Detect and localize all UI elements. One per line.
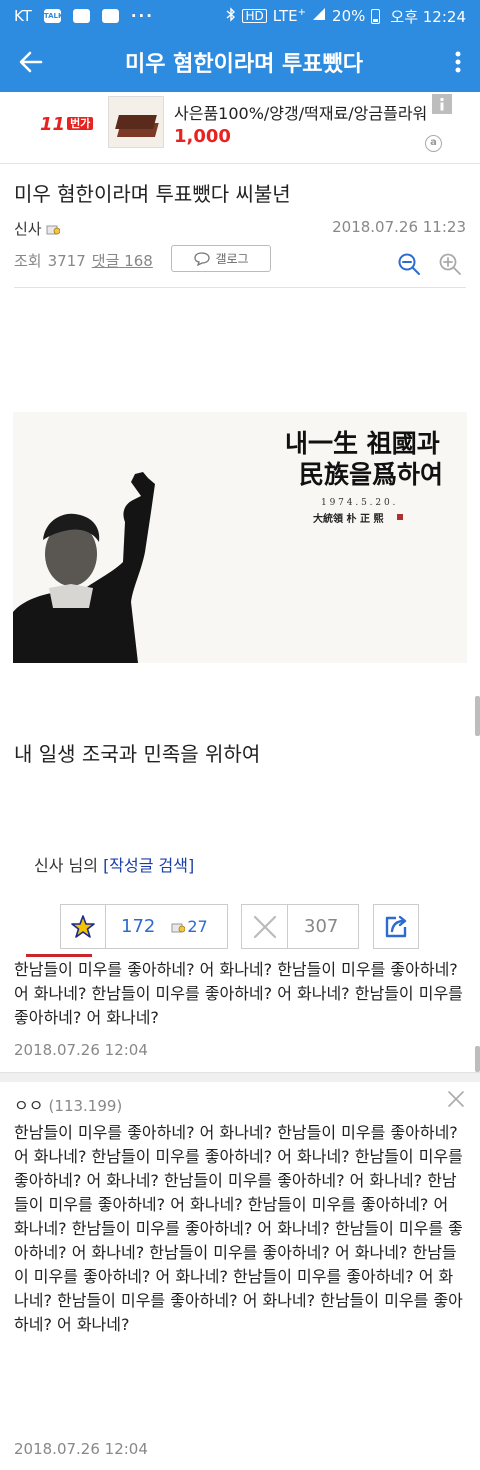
share-icon — [385, 915, 407, 937]
comments-count: 168 — [124, 252, 153, 270]
speech-bubble-icon — [194, 251, 211, 266]
calligraphy-date: 1 9 7 4 . 5 . 2 0 . — [321, 498, 396, 508]
comment-date: 2018.07.26 12:04 — [14, 1041, 148, 1059]
author-search: 신사 님의 [작성글 검색] — [34, 852, 194, 876]
ad-product-image — [108, 96, 164, 148]
comment-section-indicator — [26, 954, 92, 957]
back-button[interactable] — [0, 32, 62, 92]
header-divider — [14, 287, 466, 288]
comment-date: 2018.07.26 12:04 — [14, 1440, 148, 1458]
post-date: 2018.07.26 11:23 — [332, 218, 466, 236]
fixed-upvote-count: 27 — [187, 917, 208, 936]
author-name: 신사 — [14, 220, 42, 238]
back-arrow-icon — [19, 51, 43, 73]
status-bar: KT TALK ··· HD LTE+ 20% 오후 12:24 — [0, 0, 480, 32]
battery-icon — [371, 8, 381, 24]
lte-plus-label: + — [297, 7, 307, 18]
app-title: 미우 혐한이라며 투표뺐다 — [125, 52, 363, 77]
scrollbar-thumb-2[interactable] — [475, 1046, 480, 1072]
ad-title: 사은품100%/양갱/떡재료/앙금플라워 — [174, 104, 428, 123]
scrollbar-thumb[interactable] — [475, 696, 480, 736]
calligraphy-photo: 내一生 祖國과 民族을爲하여 1 9 7 4 . 5 . 2 0 . 大統領 朴… — [13, 412, 467, 663]
app-notification-icon — [72, 9, 90, 23]
kebab-menu-icon — [455, 51, 461, 73]
star-icon-box — [61, 905, 106, 948]
calligraphy-line2: 民族을爲하여 — [299, 460, 443, 489]
bluetooth-icon — [226, 6, 236, 26]
gallog-label: 갤로그 — [215, 252, 249, 266]
comments-link[interactable]: 댓글 168 — [92, 250, 153, 271]
comment-author[interactable]: ㅇㅇ (113.199) — [14, 1092, 122, 1116]
comment-separator — [0, 1072, 480, 1082]
upvote-button[interactable]: 172 27 — [60, 904, 228, 949]
comment-text: 한남들이 미우를 좋아하네? 어 화나네? 한남들이 미우를 좋아하네? 어 화… — [14, 1123, 463, 1334]
post-image[interactable]: 내一生 祖國과 民族을爲하여 1 9 7 4 . 5 . 2 0 . 大統領 朴… — [13, 412, 467, 663]
post-title: 미우 혐한이라며 투표뺐다 씨불년 — [14, 182, 291, 206]
x-icon — [253, 915, 276, 938]
more-menu-button[interactable] — [436, 32, 480, 92]
ad-choices-icon[interactable]: a — [425, 135, 442, 152]
hd-icon: HD — [242, 9, 267, 23]
downvote-count: 307 — [304, 916, 339, 937]
battery-percent: 20% — [332, 7, 366, 25]
ad-logo: 11 번가 — [40, 114, 94, 135]
share-button[interactable] — [373, 904, 419, 949]
network-label: LTE+ — [272, 7, 307, 25]
ad-banner[interactable]: 11 번가 사은품100%/양갱/떡재료/앙금플라워 1,000 — [0, 92, 480, 164]
zoom-out-icon[interactable] — [397, 252, 421, 276]
post-stats: 조회 3717 댓글 168 — [14, 250, 153, 271]
more-notifications-icon: ··· — [130, 7, 154, 25]
post-author[interactable]: 신사 — [14, 218, 60, 239]
ad-info-icon[interactable] — [432, 94, 452, 114]
delete-comment-icon[interactable] — [447, 1090, 465, 1108]
views-label: 조회 — [14, 252, 42, 270]
downvote-button[interactable]: 307 — [241, 904, 359, 949]
comment-author-name: ㅇㅇ — [14, 1096, 44, 1115]
zoom-in-icon[interactable] — [438, 252, 462, 276]
post-body: 내 일생 조국과 민족을 위하여 — [14, 742, 261, 766]
app-bar: 미우 혐한이라며 투표뺐다 — [0, 32, 480, 92]
calligraphy-line1: 내一生 祖國과 — [285, 429, 440, 458]
author-search-link[interactable]: [작성글 검색] — [103, 856, 194, 875]
upvote-count: 172 — [121, 916, 156, 937]
views-count: 3717 — [47, 251, 86, 270]
kakaotalk-icon: TALK — [43, 9, 63, 23]
author-search-prefix: 신사 님의 — [34, 856, 98, 875]
app-notification-icon-2 — [101, 9, 119, 23]
ad-logo-suffix: 번가 — [67, 117, 94, 130]
calligraphy-sign: 大統領 朴 正 熙 — [313, 512, 383, 525]
comment-text: 한남들이 미우를 좋아하네? 어 화나네? 한남들이 미우를 좋아하네? 어 화… — [14, 960, 463, 1027]
comment-author-ip: (113.199) — [48, 1097, 123, 1115]
ad-price: 1,000 — [174, 126, 231, 147]
fixed-user-icon-small — [171, 923, 186, 932]
signal-icon — [312, 7, 326, 25]
fixed-upvote: 27 — [171, 917, 208, 936]
gallog-button[interactable]: 갤로그 — [171, 245, 271, 272]
carrier-label: KT — [14, 7, 32, 25]
x-icon-box — [242, 905, 288, 948]
clock: 오후 12:24 — [390, 7, 466, 26]
star-icon — [71, 914, 95, 938]
fixed-user-icon — [46, 225, 60, 234]
